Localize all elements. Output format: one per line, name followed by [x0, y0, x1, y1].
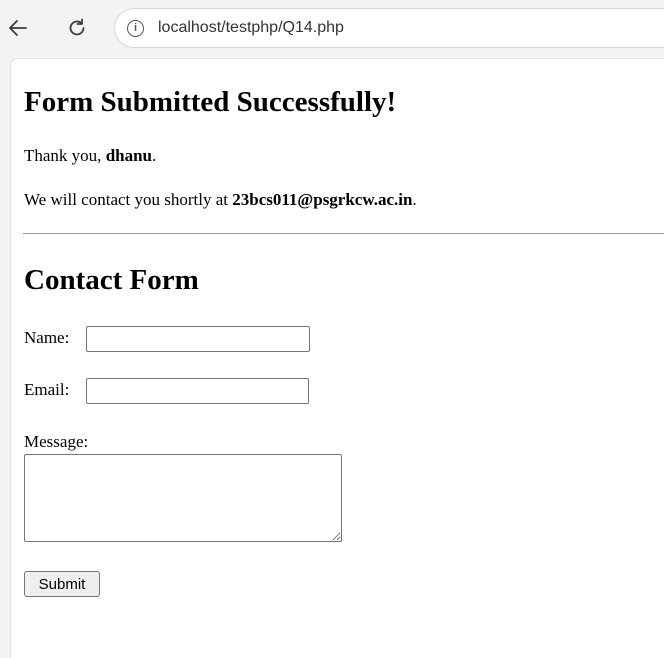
- back-arrow-icon: [9, 20, 27, 36]
- url-text[interactable]: localhost/testphp/Q14.php: [158, 19, 344, 37]
- browser-toolbar: i localhost/testphp/Q14.php: [0, 0, 664, 56]
- thanks-suffix: .: [152, 146, 157, 165]
- page-content: Form Submitted Successfully! Thank you, …: [10, 58, 664, 658]
- email-input[interactable]: [86, 378, 309, 404]
- submitted-name: dhanu: [105, 146, 153, 165]
- name-label: Name:: [24, 328, 70, 347]
- message-label: Message:: [24, 432, 89, 451]
- contact-message: We will contact you shortly at 23bcs011@…: [24, 190, 417, 210]
- email-label: Email:: [24, 380, 70, 399]
- success-heading: Form Submitted Successfully!: [24, 86, 397, 118]
- message-textarea[interactable]: [24, 454, 342, 542]
- contact-prefix: We will contact you shortly at: [24, 190, 233, 209]
- submitted-email: 23bcs011@psgrkcw.ac.in: [232, 190, 413, 209]
- thank-you-message: Thank you, dhanu.: [24, 146, 156, 166]
- form-heading: Contact Form: [24, 264, 199, 296]
- thanks-prefix: Thank you,: [24, 146, 106, 165]
- submit-button[interactable]: Submit: [24, 571, 100, 597]
- contact-suffix: .: [412, 190, 417, 209]
- info-icon[interactable]: i: [127, 19, 144, 37]
- divider: [23, 233, 664, 234]
- reload-icon: [69, 18, 85, 36]
- reload-button[interactable]: [62, 13, 92, 43]
- address-bar[interactable]: i localhost/testphp/Q14.php: [114, 8, 664, 48]
- name-input[interactable]: [86, 326, 310, 352]
- back-button[interactable]: [3, 13, 33, 43]
